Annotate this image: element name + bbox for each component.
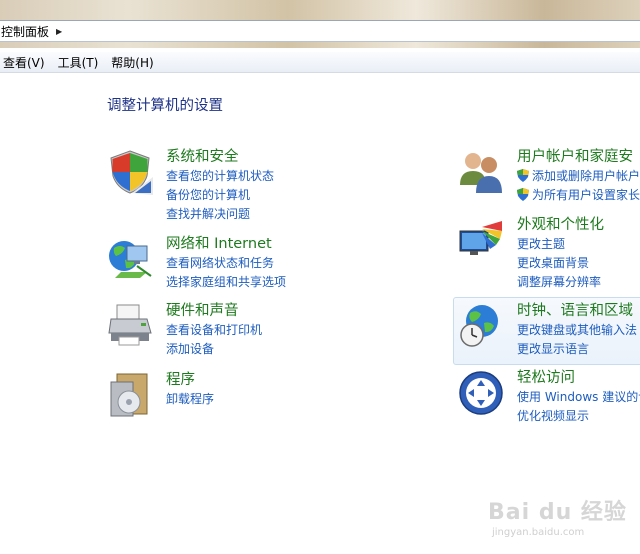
link-add-remove-accounts[interactable]: 添加或删除用户帐户	[517, 167, 640, 186]
link-parental-controls-label: 为所有用户设置家长	[532, 188, 640, 202]
address-bar[interactable]: 控制面板 ▶	[0, 20, 640, 42]
link-backup-computer[interactable]: 备份您的计算机	[166, 186, 274, 205]
link-add-remove-accounts-label: 添加或删除用户帐户	[532, 169, 640, 183]
category-title-users[interactable]: 用户帐户和家庭安	[517, 145, 633, 166]
category-title-system[interactable]: 系统和安全	[166, 145, 239, 166]
link-change-theme[interactable]: 更改主题	[517, 235, 601, 254]
link-devices-printers[interactable]: 查看设备和打印机	[166, 321, 262, 340]
program-box-icon[interactable]	[107, 372, 153, 418]
printer-icon[interactable]	[107, 303, 153, 349]
watermark-main-text: Bai du 经验	[488, 500, 627, 525]
link-uninstall-program[interactable]: 卸载程序	[166, 390, 214, 409]
link-windows-suggested-settings[interactable]: 使用 Windows 建议的设	[517, 388, 640, 407]
window-title-area: 控制面板 ▶	[0, 0, 640, 48]
menu-tools[interactable]: 工具(T)	[54, 54, 105, 71]
menu-view[interactable]: 查看(V)	[0, 54, 51, 71]
page-title: 调整计算机的设置	[107, 98, 223, 114]
breadcrumb-control-panel[interactable]: 控制面板	[0, 23, 49, 40]
category-title-network[interactable]: 网络和 Internet	[166, 232, 272, 253]
link-change-keyboard-input[interactable]: 更改键盘或其他输入法	[517, 321, 637, 340]
breadcrumb-arrow-icon[interactable]: ▶	[56, 27, 62, 36]
link-add-device[interactable]: 添加设备	[166, 340, 262, 359]
link-view-computer-status[interactable]: 查看您的计算机状态	[166, 167, 274, 186]
globe-network-icon[interactable]	[107, 236, 153, 282]
control-panel-content: 调整计算机的设置 系统和安全 查看您的计算机状态 备份您的计算机 查找并解决问题	[0, 74, 640, 538]
menu-help[interactable]: 帮助(H)	[107, 54, 159, 71]
link-change-desktop-background[interactable]: 更改桌面背景	[517, 254, 601, 273]
link-change-display-language[interactable]: 更改显示语言	[517, 340, 637, 359]
category-title-programs[interactable]: 程序	[166, 368, 195, 389]
shield-icon[interactable]	[107, 149, 153, 195]
category-title-access[interactable]: 轻松访问	[517, 366, 575, 387]
category-title-appearance[interactable]: 外观和个性化	[517, 213, 604, 234]
monitor-palette-icon[interactable]	[458, 217, 504, 263]
link-homegroup-sharing[interactable]: 选择家庭组和共享选项	[166, 273, 286, 292]
link-adjust-resolution[interactable]: 调整屏幕分辨率	[517, 273, 601, 292]
link-network-status[interactable]: 查看网络状态和任务	[166, 254, 286, 273]
category-title-hardware[interactable]: 硬件和声音	[166, 299, 239, 320]
category-title-clock[interactable]: 时钟、语言和区域	[517, 299, 633, 320]
uac-shield-icon	[517, 169, 529, 182]
users-icon[interactable]	[458, 149, 504, 195]
link-optimize-video-display[interactable]: 优化视频显示	[517, 407, 640, 426]
globe-clock-icon[interactable]	[458, 303, 504, 349]
link-troubleshoot[interactable]: 查找并解决问题	[166, 205, 274, 224]
baidu-watermark: Bai du 经验 jingyan.baidu.com	[470, 494, 640, 554]
watermark-sub-text: jingyan.baidu.com	[492, 527, 585, 538]
link-parental-controls[interactable]: 为所有用户设置家长	[517, 186, 640, 205]
ease-of-access-icon[interactable]	[458, 370, 504, 416]
menu-bar: 查看(V) 工具(T) 帮助(H)	[0, 52, 640, 73]
uac-shield-icon	[517, 188, 529, 201]
